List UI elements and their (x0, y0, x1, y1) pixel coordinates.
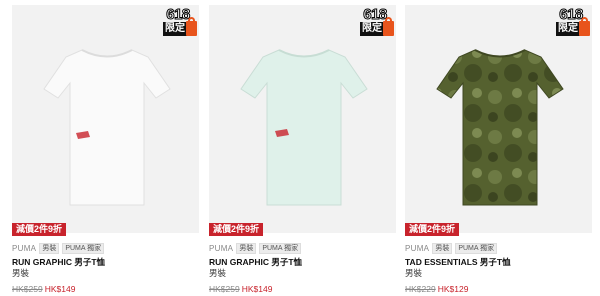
product-image[interactable]: 618 限定 (405, 5, 592, 233)
tshirt-image (240, 49, 368, 206)
promo-618-badge: 618 限定 (163, 6, 197, 39)
promo-618-badge: 618 限定 (360, 6, 394, 39)
brand-row: PUMA 男裝 PUMA 獨家 (12, 243, 105, 254)
brand-name: PUMA (209, 244, 234, 253)
shopping-bag-icon (383, 17, 394, 36)
sale-price: HK$129 (437, 284, 469, 294)
category-chip: 男裝 (432, 243, 453, 254)
shopping-bag-icon (186, 17, 197, 36)
brand-name: PUMA (405, 244, 430, 253)
tshirt-image (436, 49, 564, 206)
badge-label: 限定 (163, 22, 187, 36)
product-gender: 男裝 (12, 268, 30, 278)
brand-name: PUMA (12, 244, 37, 253)
product-card[interactable]: 618 限定 減價2件9折 PUMA 男裝 PUMA 獨家 RUN GRAPHI… (209, 5, 396, 296)
promo-tag: 減價2件9折 (12, 223, 67, 236)
price-row: HK$229 HK$129 (405, 284, 468, 294)
product-image[interactable]: 618 限定 (209, 5, 396, 233)
brand-row: PUMA 男裝 PUMA 獨家 (405, 243, 498, 254)
product-card[interactable]: 618 限定 減價2件9折 PUMA 男裝 PUMA 獨家 TAD ESSENT… (405, 5, 592, 296)
product-card[interactable]: 618 限定 減價2件9折 PUMA 男裝 PUMA 獨家 RUN GRAPHI… (12, 5, 199, 296)
promo-tag: 減價2件9折 (405, 223, 460, 236)
price-row: HK$259 HK$149 (12, 284, 75, 294)
product-image[interactable]: 618 限定 (12, 5, 199, 233)
brand-row: PUMA 男裝 PUMA 獨家 (209, 243, 302, 254)
exclusive-chip: PUMA 獨家 (455, 243, 498, 254)
promo-tag: 減價2件9折 (209, 223, 264, 236)
exclusive-chip: PUMA 獨家 (259, 243, 302, 254)
product-grid: 618 限定 減價2件9折 PUMA 男裝 PUMA 獨家 RUN GRAPHI… (0, 0, 600, 296)
product-gender: 男裝 (405, 268, 423, 278)
sale-price: HK$149 (44, 284, 76, 294)
original-price: HK$229 (405, 284, 436, 294)
category-chip: 男裝 (236, 243, 257, 254)
category-chip: 男裝 (39, 243, 60, 254)
original-price: HK$259 (209, 284, 240, 294)
exclusive-chip: PUMA 獨家 (62, 243, 105, 254)
price-row: HK$259 HK$149 (209, 284, 272, 294)
shopping-bag-icon (579, 17, 590, 36)
product-gender: 男裝 (209, 268, 227, 278)
tshirt-image (43, 49, 171, 206)
badge-label: 限定 (556, 22, 580, 36)
original-price: HK$259 (12, 284, 43, 294)
promo-618-badge: 618 限定 (556, 6, 590, 39)
badge-label: 限定 (360, 22, 384, 36)
sale-price: HK$149 (241, 284, 273, 294)
